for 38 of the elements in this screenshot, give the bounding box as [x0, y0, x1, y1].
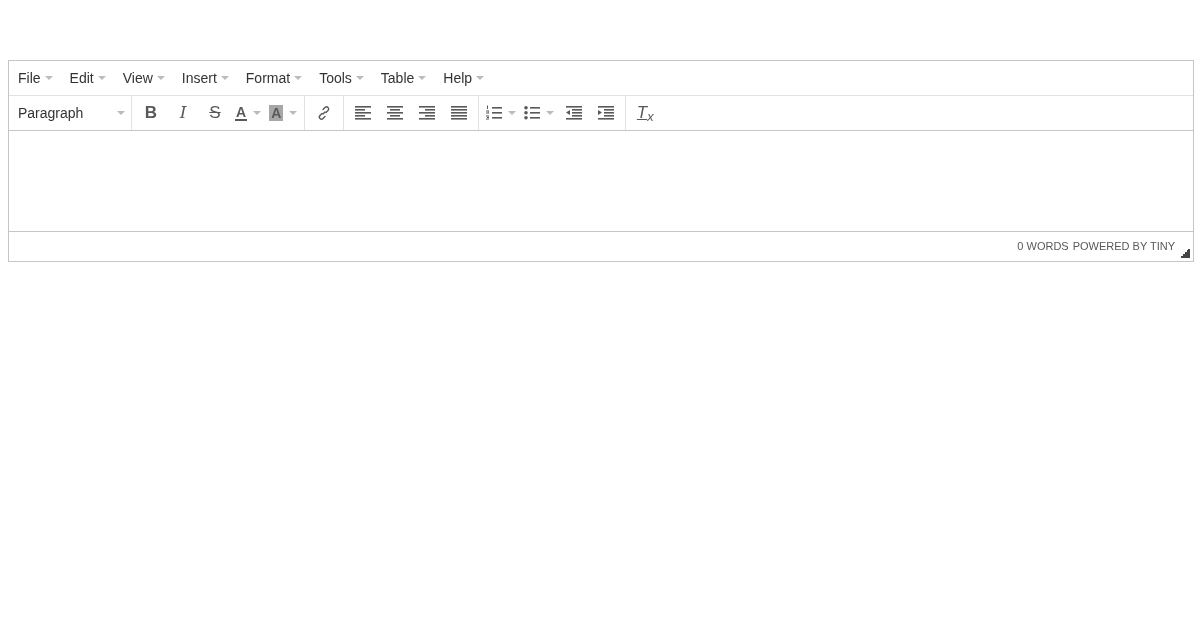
- menu-item[interactable]: Insert: [176, 65, 234, 91]
- caret-icon: [546, 111, 555, 115]
- menu-item[interactable]: Table: [375, 65, 432, 91]
- align-center-icon: [387, 105, 404, 121]
- menu-item[interactable]: Edit: [64, 65, 111, 91]
- italic-button[interactable]: I: [167, 99, 199, 127]
- justify-icon: [451, 105, 468, 121]
- caret-icon: [418, 76, 427, 80]
- indent-icon: [598, 105, 615, 121]
- menu-item[interactable]: File: [13, 65, 58, 91]
- resize-handle-icon[interactable]: [1181, 249, 1190, 258]
- caret-icon: [220, 76, 229, 80]
- caret-icon: [508, 111, 517, 115]
- caret-icon: [476, 76, 485, 80]
- align-left-icon: [355, 105, 372, 121]
- caret-icon: [289, 111, 298, 115]
- caret-icon: [355, 76, 364, 80]
- strikethrough-button[interactable]: S: [199, 99, 231, 127]
- clear-formatting-button[interactable]: T$_{x}$: [629, 99, 662, 127]
- caret-icon: [44, 76, 53, 80]
- branding-link[interactable]: POWERED BY TINY: [1072, 238, 1175, 255]
- caret-icon: [294, 76, 303, 80]
- menu-item[interactable]: Format: [240, 65, 308, 91]
- caret-icon: [117, 111, 125, 115]
- text-color-button[interactable]: A: [231, 99, 266, 127]
- bullet-list-icon: [524, 105, 541, 121]
- word-count: 0 WORDS: [1017, 239, 1069, 255]
- menu-item[interactable]: View: [117, 65, 170, 91]
- caret-icon: [156, 76, 165, 80]
- bold-button[interactable]: B: [135, 99, 167, 127]
- menu-item[interactable]: Help: [438, 65, 490, 91]
- format-select[interactable]: Paragraph: [13, 99, 127, 127]
- numbered-list-icon: [486, 105, 503, 121]
- outdent-icon: [566, 105, 583, 121]
- align-right-icon: [419, 105, 436, 121]
- menu-item[interactable]: Tools: [314, 65, 369, 91]
- caret-icon: [97, 76, 106, 80]
- caret-icon: [253, 111, 262, 115]
